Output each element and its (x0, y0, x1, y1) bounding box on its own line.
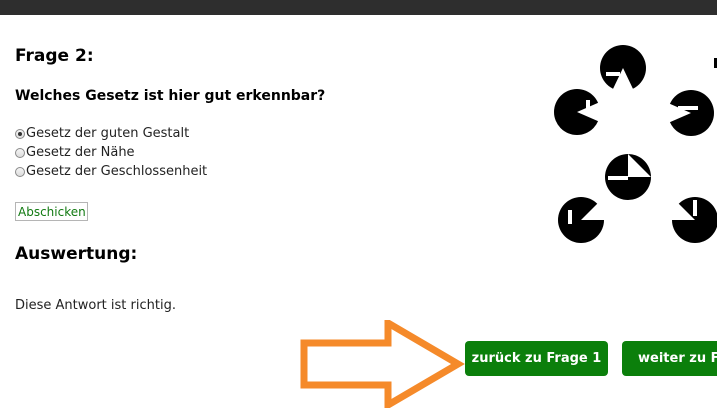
pacman-shape (554, 89, 600, 135)
radio-button[interactable] (15, 166, 25, 177)
next-question-button[interactable]: weiter zu Fra (622, 341, 717, 376)
pacman-shape (605, 154, 651, 200)
question-title: Frage 2: (15, 46, 94, 66)
pacman-shape (600, 45, 646, 91)
option-gute-gestalt[interactable]: Gesetz der guten Gestalt (15, 124, 207, 143)
option-naehe[interactable]: Gesetz der Nähe (15, 143, 207, 162)
option-label: Gesetz der Geschlossenheit (26, 164, 208, 179)
question-prompt: Welches Gesetz ist hier gut erkennbar? (15, 88, 326, 104)
option-geschlossenheit[interactable]: Gesetz der Geschlossenheit (15, 162, 207, 181)
option-label: Gesetz der Nähe (26, 145, 135, 160)
option-label: Gesetz der guten Gestalt (26, 126, 190, 141)
back-to-question-1-button[interactable]: zurück zu Frage 1 (465, 341, 608, 376)
top-bar (0, 0, 717, 15)
radio-button[interactable] (15, 147, 25, 158)
evaluation-result: Diese Antwort ist richtig. (15, 298, 176, 313)
answer-options: Gesetz der guten Gestalt Gesetz der Nähe… (15, 124, 207, 181)
pacman-shape (668, 90, 714, 136)
submit-button[interactable]: Abschicken (15, 202, 88, 221)
orange-arrow-icon (300, 320, 465, 408)
evaluation-heading: Auswertung: (15, 244, 138, 264)
kanizsa-illusion-image (554, 45, 717, 243)
radio-button-checked[interactable] (15, 128, 25, 139)
pacman-shape (672, 197, 717, 243)
pacman-shape (558, 197, 604, 243)
